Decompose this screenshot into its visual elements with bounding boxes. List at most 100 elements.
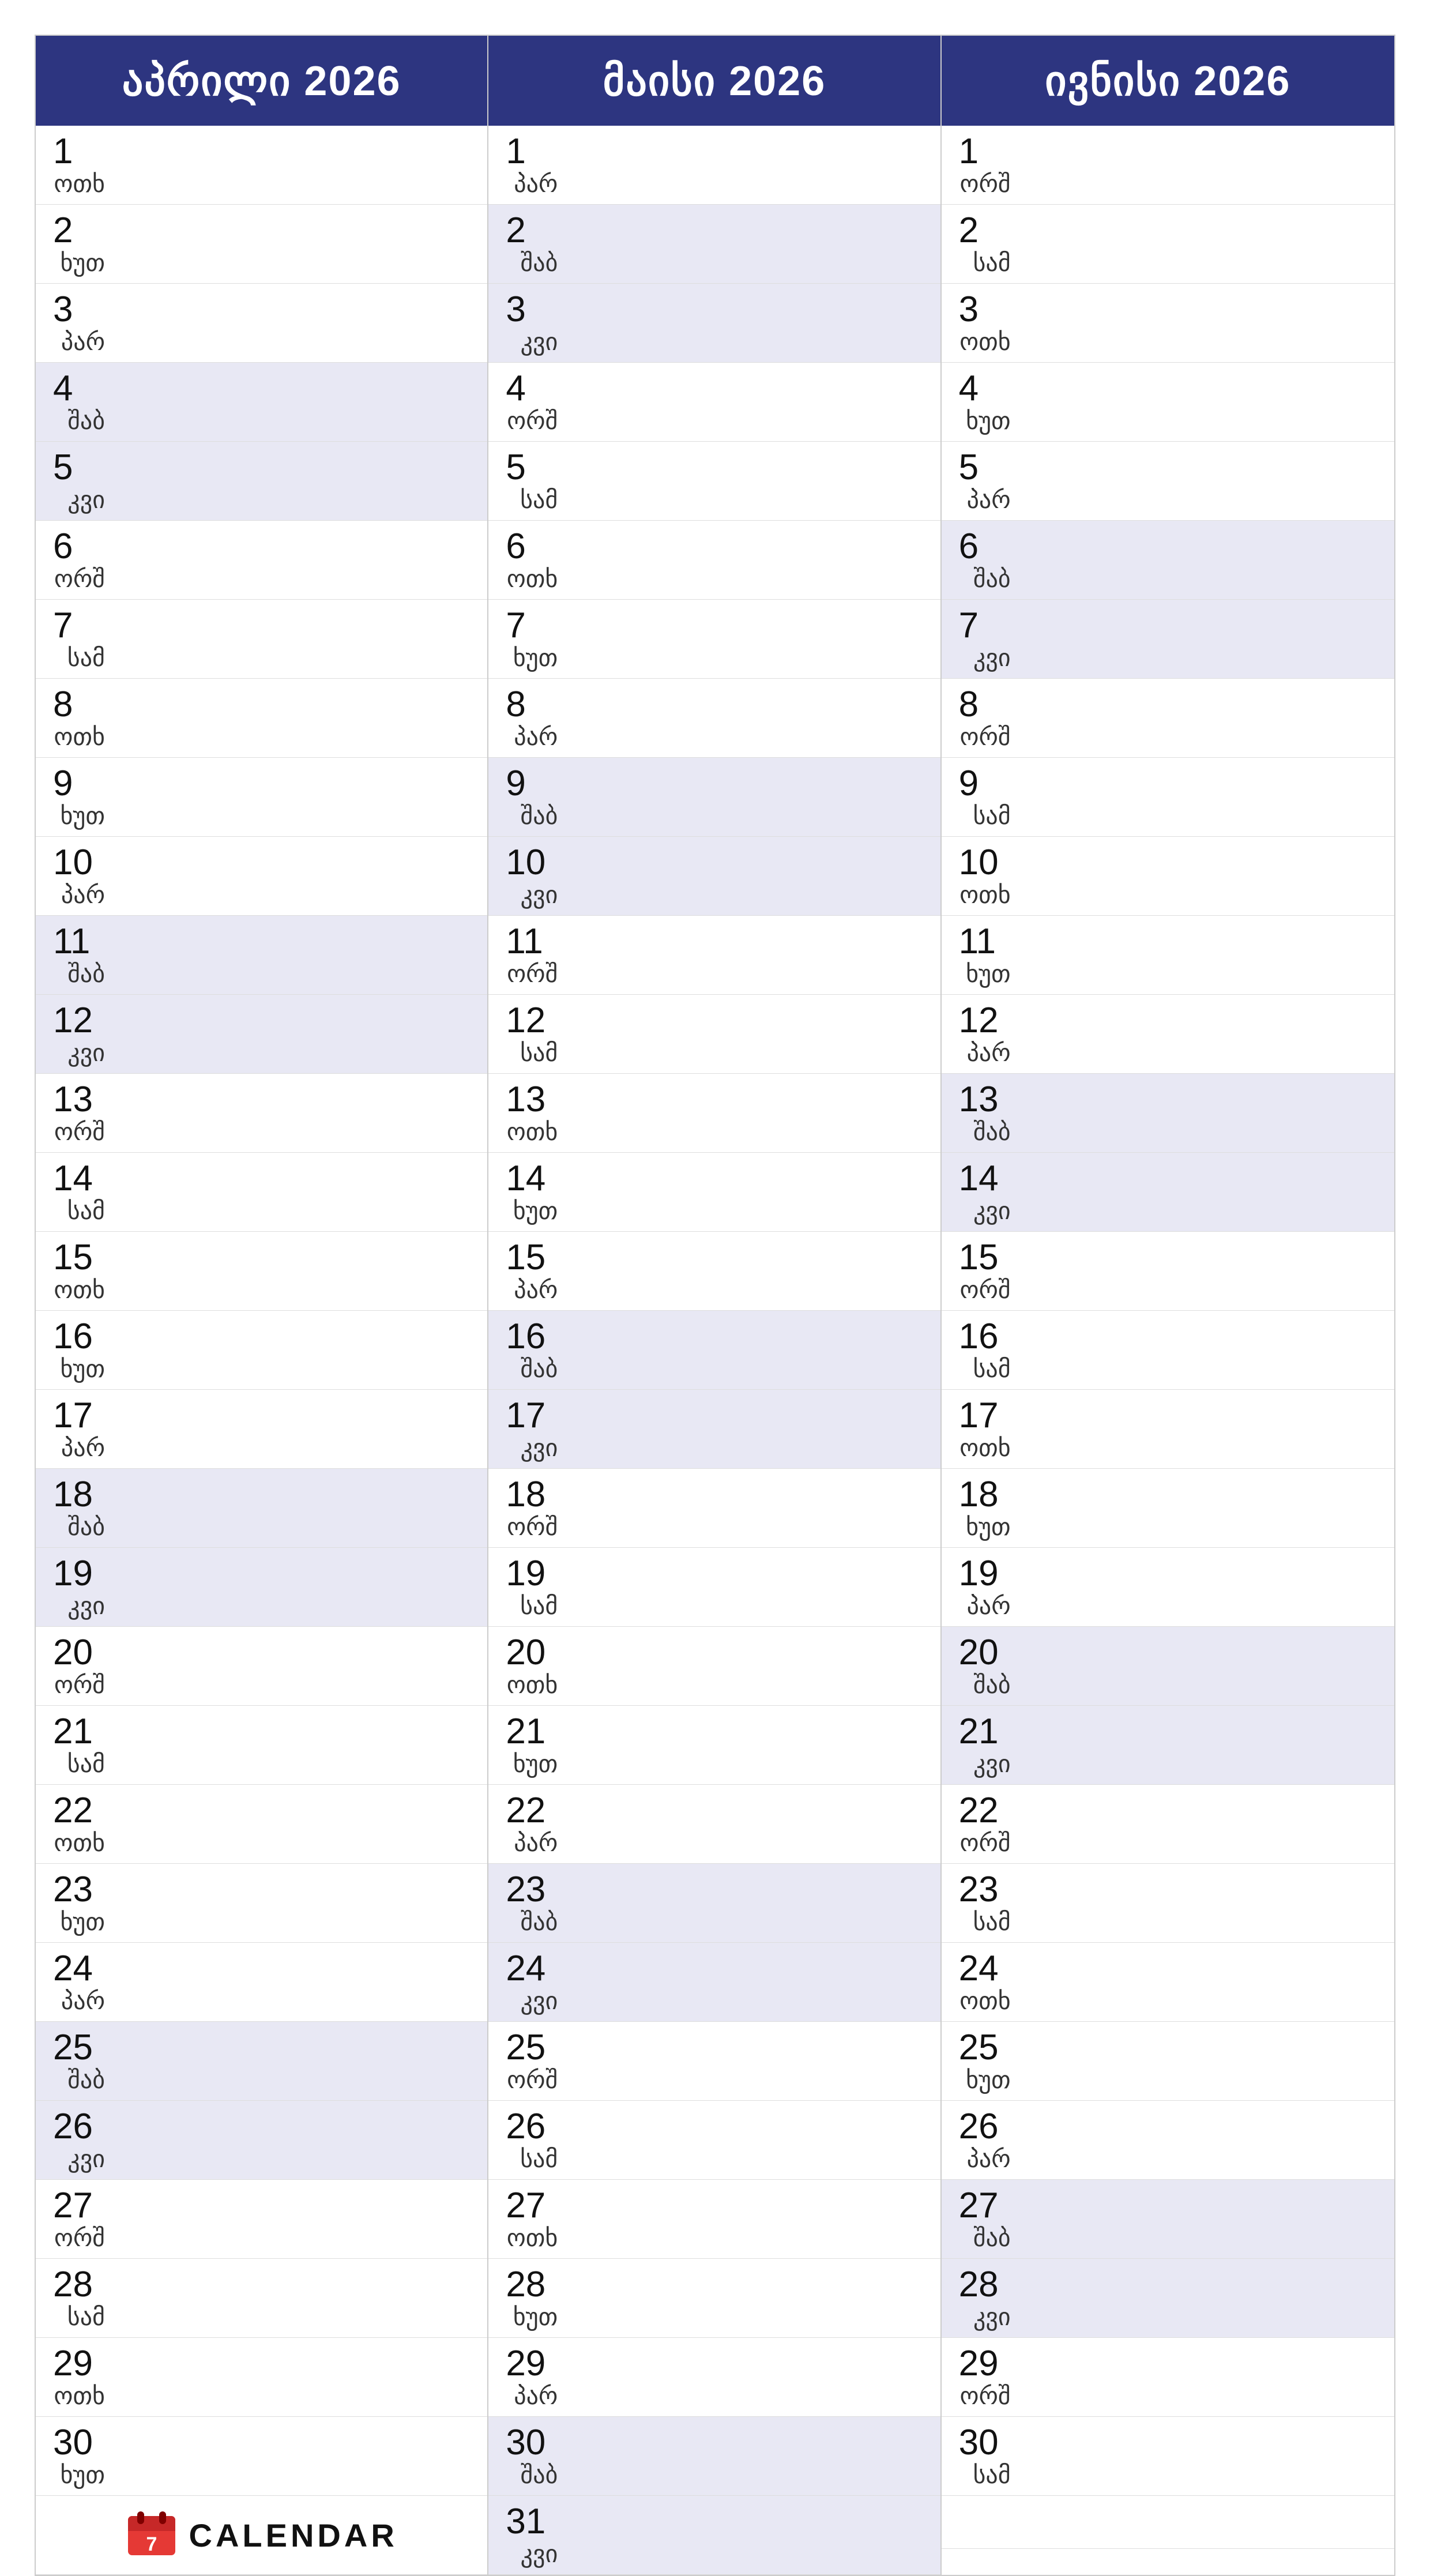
month-column-0: აპრილი 20261ოთხ2ხუთ3პარ4შაბ5კვი6ორშ7სამ8… xyxy=(36,36,488,2575)
day-name-1-12: ოთხ xyxy=(507,1118,558,1144)
day-name-0-2: პარ xyxy=(61,328,105,354)
day-number-1-16: 17 xyxy=(506,1398,558,1434)
day-number-0-13: 14 xyxy=(53,1161,105,1197)
day-number-1-17: 18 xyxy=(506,1477,558,1513)
day-row-2-15: 16სამ xyxy=(942,1311,1394,1390)
day-number-0-12: 13 xyxy=(53,1082,105,1118)
day-name-0-15: ხუთ xyxy=(60,1355,105,1381)
day-row-0-21: 22ოთხ xyxy=(36,1785,487,1864)
day-row-2-0: 1ორშ xyxy=(942,126,1394,205)
day-number-0-22: 23 xyxy=(53,1872,105,1908)
day-number-1-1: 2 xyxy=(506,213,558,249)
day-name-1-26: ოთხ xyxy=(507,2224,558,2250)
day-number-1-3: 4 xyxy=(506,371,558,407)
day-row-0-12: 13ორშ xyxy=(36,1074,487,1153)
day-row-1-27: 28ხუთ xyxy=(488,2259,940,2338)
day-number-1-5: 6 xyxy=(506,529,558,565)
day-name-0-9: პარ xyxy=(61,881,105,907)
day-name-2-3: ხუთ xyxy=(966,407,1011,433)
day-number-2-16: 17 xyxy=(959,1398,1011,1434)
month-header-1: მაისი 2026 xyxy=(488,36,940,126)
day-row-1-22: 23შაბ xyxy=(488,1864,940,1943)
day-row-0-16: 17პარ xyxy=(36,1390,487,1469)
day-name-1-9: კვი xyxy=(521,881,558,907)
day-number-0-9: 10 xyxy=(53,845,105,881)
day-row-2-9: 10ოთხ xyxy=(942,837,1394,916)
day-number-1-28: 29 xyxy=(506,2346,558,2382)
day-name-1-10: ორშ xyxy=(507,960,558,986)
day-row-0-7: 8ოთხ xyxy=(36,679,487,758)
day-number-0-29: 30 xyxy=(53,2425,105,2461)
day-name-1-0: პარ xyxy=(514,170,558,196)
day-number-2-28: 29 xyxy=(959,2346,1011,2382)
day-number-0-4: 5 xyxy=(53,450,105,486)
day-row-2-20: 21კვი xyxy=(942,1706,1394,1785)
day-name-2-25: პარ xyxy=(967,2145,1011,2171)
day-name-2-27: კვი xyxy=(973,2303,1011,2329)
day-name-2-24: ხუთ xyxy=(966,2066,1011,2092)
day-number-0-24: 25 xyxy=(53,2030,105,2066)
day-name-1-4: სამ xyxy=(520,486,558,512)
day-number-0-6: 7 xyxy=(53,608,105,644)
day-row-0-5: 6ორშ xyxy=(36,521,487,600)
month-column-1: მაისი 20261პარ2შაბ3კვი4ორშ5სამ6ოთხ7ხუთ8პ… xyxy=(488,36,941,2575)
day-row-1-16: 17კვი xyxy=(488,1390,940,1469)
month-header-2: ივნისი 2026 xyxy=(942,36,1394,126)
day-number-2-5: 6 xyxy=(959,529,1011,565)
day-name-1-6: ხუთ xyxy=(513,644,558,670)
day-number-1-22: 23 xyxy=(506,1872,558,1908)
day-name-0-21: ოთხ xyxy=(54,1829,105,1855)
day-name-0-25: კვი xyxy=(67,2145,105,2171)
day-number-1-13: 14 xyxy=(506,1161,558,1197)
day-number-1-21: 22 xyxy=(506,1793,558,1829)
day-number-2-14: 15 xyxy=(959,1240,1011,1276)
day-row-1-10: 11ორშ xyxy=(488,916,940,995)
day-name-0-5: ორშ xyxy=(54,565,105,591)
day-number-0-8: 9 xyxy=(53,766,105,802)
day-name-1-30: კვი xyxy=(521,2540,558,2566)
day-number-2-0: 1 xyxy=(959,134,1011,170)
day-number-0-27: 28 xyxy=(53,2267,105,2303)
day-row-1-4: 5სამ xyxy=(488,442,940,521)
day-name-1-25: სამ xyxy=(520,2145,558,2171)
day-number-1-11: 12 xyxy=(506,1003,558,1039)
day-number-0-14: 15 xyxy=(53,1240,105,1276)
day-number-0-1: 2 xyxy=(53,213,105,249)
day-number-1-10: 11 xyxy=(506,924,558,960)
day-name-0-16: პარ xyxy=(61,1434,105,1460)
day-row-0-28: 29ოთხ xyxy=(36,2338,487,2417)
day-number-0-17: 18 xyxy=(53,1477,105,1513)
day-row-0-23: 24პარ xyxy=(36,1943,487,2022)
day-number-2-11: 12 xyxy=(959,1003,1011,1039)
day-name-2-15: სამ xyxy=(973,1355,1010,1381)
day-number-0-25: 26 xyxy=(53,2109,105,2145)
day-name-0-22: ხუთ xyxy=(60,1908,105,1934)
day-number-2-29: 30 xyxy=(959,2425,1011,2461)
day-row-2-25: 26პარ xyxy=(942,2101,1394,2180)
day-name-1-11: სამ xyxy=(520,1039,558,1065)
day-number-2-15: 16 xyxy=(959,1319,1011,1355)
day-row-2-6: 7კვი xyxy=(942,600,1394,679)
day-number-1-23: 24 xyxy=(506,1951,558,1987)
month-column-2: ივნისი 20261ორშ2სამ3ოთხ4ხუთ5პარ6შაბ7კვი8… xyxy=(942,36,1394,2575)
day-number-2-17: 18 xyxy=(959,1477,1011,1513)
day-row-2-2: 3ოთხ xyxy=(942,284,1394,363)
month-header-0: აპრილი 2026 xyxy=(36,36,487,126)
day-name-1-8: შაბ xyxy=(521,802,558,828)
day-number-1-27: 28 xyxy=(506,2267,558,2303)
day-row-2-19: 20შაბ xyxy=(942,1627,1394,1706)
day-row-1-19: 20ოთხ xyxy=(488,1627,940,1706)
day-name-1-21: პარ xyxy=(514,1829,558,1855)
day-number-1-15: 16 xyxy=(506,1319,558,1355)
day-row-1-30: 31კვი xyxy=(488,2496,940,2575)
day-number-2-23: 24 xyxy=(959,1951,1011,1987)
day-name-1-15: შაბ xyxy=(521,1355,558,1381)
day-number-2-6: 7 xyxy=(959,608,1011,644)
day-row-2-23: 24ოთხ xyxy=(942,1943,1394,2022)
day-row-2-10: 11ხუთ xyxy=(942,916,1394,995)
day-row-2-7: 8ორშ xyxy=(942,679,1394,758)
day-name-2-7: ორშ xyxy=(959,723,1010,749)
day-number-2-3: 4 xyxy=(959,371,1011,407)
day-row-2-22: 23სამ xyxy=(942,1864,1394,1943)
day-number-0-7: 8 xyxy=(53,687,105,723)
